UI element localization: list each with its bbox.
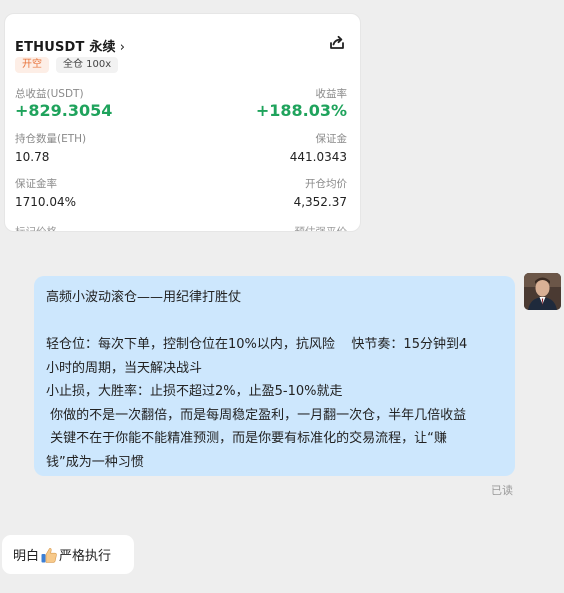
incoming-message-bubble[interactable]: 明白 严格执行 [2,535,134,574]
message-line: 高频小波动滚仓——用纪律打胜仗 [46,290,242,305]
roi-label: 收益率 [315,88,348,100]
chevron-right-icon: › [119,40,126,55]
outgoing-message-bubble[interactable]: 高频小波动滚仓——用纪律打胜仗 轻仓位：每次下单，控制仓位在10%以内，抗风险 … [34,276,515,476]
message-line: 小时的周期，当天解决战斗 [46,360,203,376]
cut-off-row: 标记价格 预估强平价 [15,221,348,232]
position-qty-value: 10.78 [15,150,50,164]
margin-value: 441.0343 [289,150,347,164]
contract-pair-label: ETHUSDT 永续 [15,40,116,55]
message-line: 你做的不是一次翻倍，而是每周稳定盈利，一月翻一次仓，半年几倍收益 [46,407,467,423]
qty-row: 持仓数量(ETH) 10.78 保证金 441.0343 [15,131,347,165]
roi-value: +188.03% [255,101,347,120]
mark-price-label: 标记价格 [15,226,57,232]
margin-ratio-value: 1710.04% [15,195,77,209]
message-text-before: 明白 [13,549,40,564]
total-pnl-value: +829.3054 [15,101,113,120]
message-line: 钱”成为一种习惯 [46,454,144,470]
avatar[interactable] [524,273,561,310]
ratio-row: 保证金率 1710.04% 开仓均价 4,352.37 [15,176,347,210]
margin-label: 保证金 [315,133,348,145]
margin-ratio-label: 保证金率 [15,178,57,190]
contract-pair-title[interactable]: ETHUSDT 永续 › [15,40,125,55]
direction-tag: 开空 [15,57,49,73]
position-tags: 开空 全仓 100x [15,57,119,73]
total-pnl-label: 总收益(USDT) [15,88,84,100]
pnl-row: 总收益(USDT) +829.3054 收益率 +188.03% [15,86,347,120]
message-line: 小止损，大胜率：止损不超过2%，止盈5-10%就走 [46,384,343,399]
avg-open-value: 4,352.37 [293,195,347,209]
share-icon[interactable] [328,34,346,52]
message-line: 关键不在于你能不能精准预测，而是你要有标准化的交易流程，让“赚 [46,431,447,446]
avg-open-label: 开仓均价 [305,178,347,190]
card-header: ETHUSDT 永续 › [15,34,346,56]
message-text-after: 严格执行 [59,549,112,564]
liq-price-label: 预估强平价 [294,226,348,232]
message-line [46,310,503,334]
position-qty-label: 持仓数量(ETH) [15,133,87,145]
thumbs-up-icon [40,546,58,564]
message-line: 轻仓位：每次下单，控制仓位在10%以内，抗风险 快节奏：15分钟到4 [46,337,468,352]
read-status: 已读 [491,484,513,497]
margin-mode-tag: 全仓 100x [56,57,119,73]
position-card[interactable]: ETHUSDT 永续 › 开空 全仓 100x 总收益(USDT) +829.30… [4,13,361,232]
